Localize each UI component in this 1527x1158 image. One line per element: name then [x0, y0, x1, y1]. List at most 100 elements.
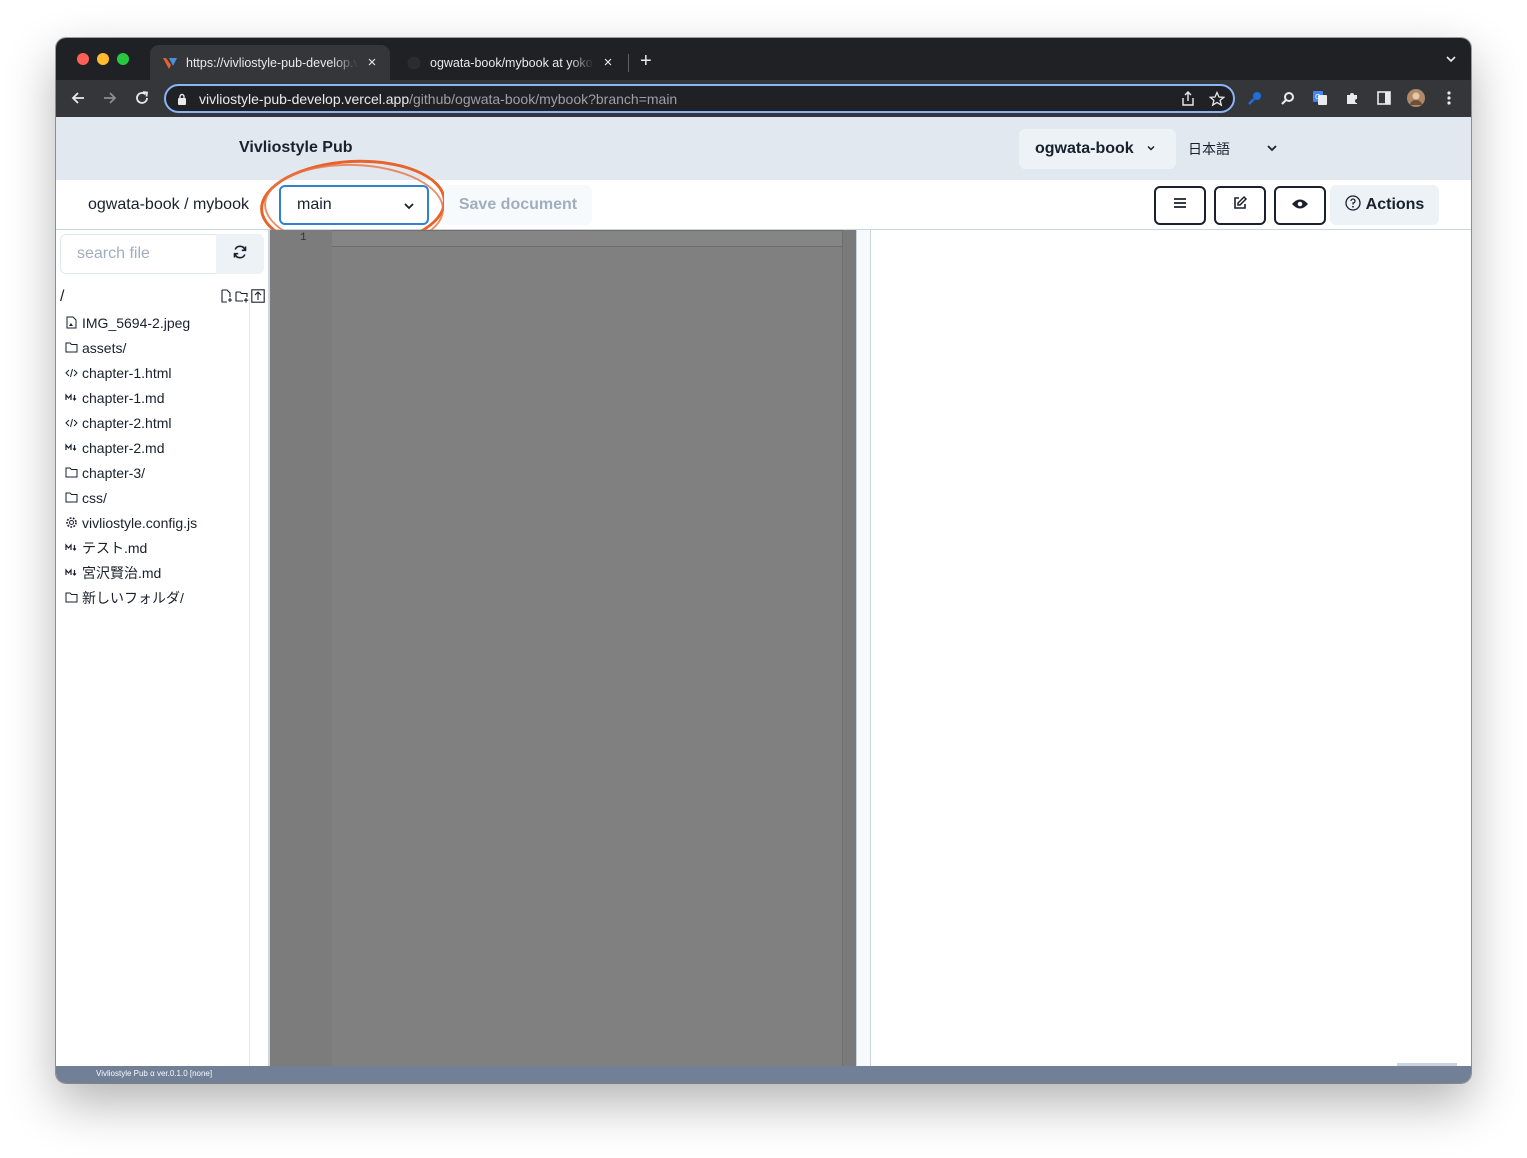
tab-strip: https://vivliostyle-pub-develop.vercel.a… — [56, 38, 1471, 80]
preview-pane — [871, 230, 1471, 1066]
list-item[interactable]: 新しいフォルダ/ — [64, 585, 249, 610]
reload-icon[interactable] — [132, 88, 152, 108]
browser-toolbar: vivliostyle-pub-develop.vercel.app/githu… — [56, 80, 1471, 117]
app-header: Vivliostyle Pub ogwata-book 日本語 — [56, 117, 1471, 180]
branch-value: main — [297, 196, 332, 213]
file-sidebar: / IMG_5694-2.jpeg — [56, 230, 268, 1066]
list-item[interactable]: chapter-1.html — [64, 360, 249, 385]
google-translate-icon[interactable]: G — [1311, 89, 1329, 107]
search-file-input[interactable] — [60, 234, 216, 274]
chevron-down-icon — [1146, 140, 1156, 158]
user-menu-button[interactable]: ogwata-book — [1019, 129, 1176, 169]
code-editor[interactable]: 1 — [270, 230, 856, 1066]
browser-menu-kebab-icon[interactable] — [1440, 89, 1458, 107]
refresh-button[interactable] — [216, 234, 264, 274]
forward-arrow-icon[interactable] — [100, 88, 120, 108]
extensions-puzzle-icon[interactable] — [1343, 89, 1361, 107]
maximize-window-button[interactable] — [117, 53, 129, 65]
list-item[interactable]: assets/ — [64, 335, 249, 360]
list-item[interactable]: chapter-2.md — [64, 435, 249, 460]
address-bar[interactable]: vivliostyle-pub-develop.vercel.app/githu… — [164, 84, 1235, 113]
image-file-icon — [64, 316, 78, 330]
list-item[interactable]: chapter-1.md — [64, 385, 249, 410]
list-item[interactable]: IMG_5694-2.jpeg — [64, 310, 249, 335]
list-item[interactable]: chapter-3/ — [64, 460, 249, 485]
list-item[interactable]: css/ — [64, 485, 249, 510]
editor-active-line[interactable] — [332, 230, 856, 247]
folder-icon — [64, 466, 78, 480]
view-mode-preview-button[interactable] — [1274, 186, 1326, 225]
list-item[interactable]: chapter-2.html — [64, 410, 249, 435]
file-name: IMG_5694-2.jpeg — [82, 314, 191, 331]
omnibox-actions — [1181, 90, 1226, 112]
edit-icon — [1232, 195, 1248, 216]
folder-icon — [64, 341, 78, 355]
lock-icon — [175, 93, 189, 105]
new-folder-icon[interactable] — [235, 288, 249, 304]
user-name: ogwata-book — [1035, 140, 1134, 157]
hamburger-icon — [1172, 196, 1188, 215]
question-circle-icon — [1345, 194, 1361, 216]
file-name: chapter-1.md — [82, 389, 165, 406]
markdown-icon — [64, 541, 78, 555]
version-text: Vivliostyle Pub α ver.0.1.0 [none] — [96, 1069, 213, 1078]
file-name: chapter-2.html — [82, 414, 172, 431]
bookmark-star-icon[interactable] — [1208, 90, 1226, 112]
back-arrow-icon[interactable] — [68, 88, 88, 108]
svg-text:G: G — [1315, 93, 1320, 101]
profile-avatar[interactable] — [1407, 89, 1425, 107]
tab-title: ogwata-book/mybook at yokosawa — [430, 55, 594, 70]
eye-icon — [1291, 197, 1309, 215]
file-name: css/ — [82, 489, 107, 506]
tab-search-chevron-icon[interactable] — [1445, 52, 1457, 70]
workspace: / IMG_5694-2.jpeg — [56, 230, 1471, 1066]
repo-path: ogwata-book / mybook — [88, 196, 249, 213]
root-folder-row: / — [60, 288, 265, 308]
actions-label: Actions — [1365, 196, 1425, 213]
github-favicon-icon — [406, 55, 422, 71]
tab-github[interactable]: ogwata-book/mybook at yokosawa × — [394, 45, 626, 80]
new-file-icon[interactable] — [219, 288, 233, 304]
minimize-window-button[interactable] — [97, 53, 109, 65]
list-item[interactable]: vivliostyle.config.js — [64, 510, 249, 535]
extension-key-icon[interactable] — [1246, 89, 1264, 107]
app-footer: Vivliostyle Pub α ver.0.1.0 [none] — [56, 1066, 1471, 1083]
tab-title: https://vivliostyle-pub-develop.vercel.a… — [186, 55, 358, 70]
file-name: vivliostyle.config.js — [82, 514, 198, 531]
editor-gutter: 1 — [270, 230, 332, 1066]
close-window-button[interactable] — [77, 53, 89, 65]
folder-icon — [64, 491, 78, 505]
upload-icon[interactable] — [251, 288, 265, 304]
editor-preview-resize-handle[interactable] — [856, 230, 871, 1066]
side-panel-icon[interactable] — [1375, 89, 1393, 107]
sidebar-scrollbar[interactable] — [249, 298, 250, 1066]
file-name: assets/ — [82, 339, 127, 356]
view-mode-edit-button[interactable] — [1214, 186, 1266, 225]
file-name: chapter-2.md — [82, 439, 165, 456]
view-mode-list-button[interactable] — [1154, 186, 1206, 225]
url-text: vivliostyle-pub-develop.vercel.app/githu… — [199, 91, 677, 107]
new-tab-button[interactable]: + — [640, 51, 652, 71]
code-icon — [64, 416, 78, 430]
share-icon[interactable] — [1181, 91, 1195, 112]
app-brand[interactable]: Vivliostyle Pub — [239, 139, 353, 157]
gear-icon — [64, 516, 78, 530]
refresh-icon — [232, 244, 248, 265]
tab-separator — [628, 54, 629, 72]
editor-scrollbar[interactable] — [842, 230, 856, 1066]
list-item[interactable]: 宮沢賢治.md — [64, 560, 249, 585]
language-select[interactable]: 日本語 — [1188, 129, 1278, 169]
save-document-button[interactable]: Save document — [444, 185, 592, 225]
url-path: /github/ogwata-book/mybook?branch=main — [409, 90, 678, 107]
list-item[interactable]: テスト.md — [64, 535, 249, 560]
markdown-icon — [64, 566, 78, 580]
file-name: chapter-1.html — [82, 364, 172, 381]
vivliostyle-favicon-icon — [162, 55, 178, 71]
tab-close-icon[interactable]: × — [600, 54, 616, 71]
branch-select[interactable]: main — [279, 185, 429, 225]
tab-vivliostyle-pub[interactable]: https://vivliostyle-pub-develop.vercel.a… — [150, 45, 390, 80]
browser-window: https://vivliostyle-pub-develop.vercel.a… — [56, 38, 1471, 1083]
actions-button[interactable]: Actions — [1330, 185, 1439, 225]
tab-close-icon[interactable]: × — [364, 54, 380, 71]
extension-search-icon[interactable] — [1279, 89, 1297, 107]
